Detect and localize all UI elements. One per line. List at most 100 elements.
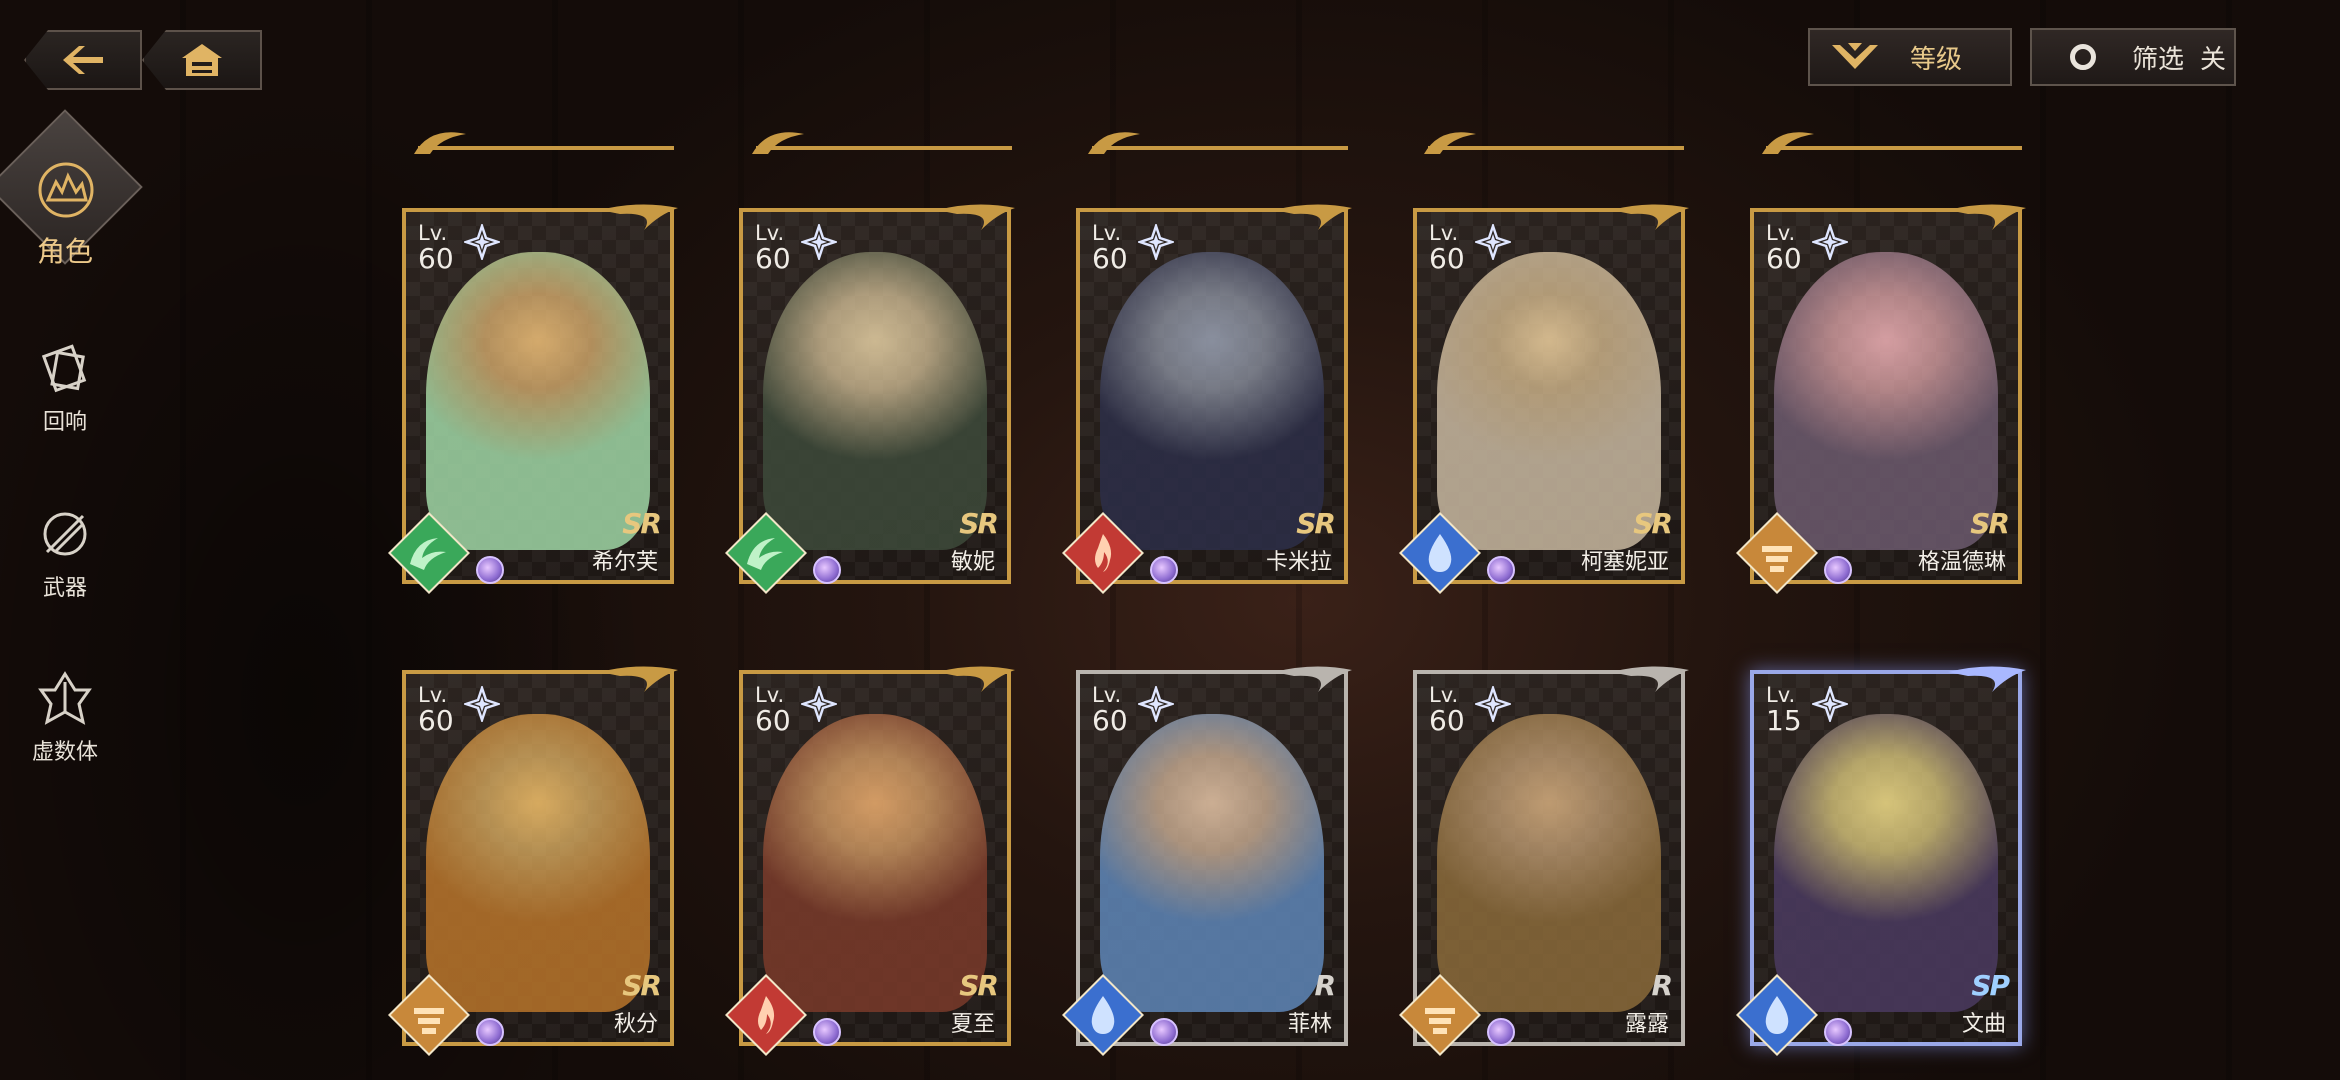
character-card[interactable]: Lv. 60 SR 敏妮 <box>725 200 1017 594</box>
level-tag: Lv. 60 <box>418 684 454 736</box>
star-rank-icon <box>801 224 837 260</box>
frame-flourish-icon <box>937 666 1015 692</box>
side-tab-weapon-label: 武器 <box>42 576 87 601</box>
side-tab-imaginary[interactable]: 虚数体 <box>0 668 130 766</box>
character-portrait <box>1100 714 1324 1012</box>
character-name: 敏妮 <box>950 550 995 575</box>
affinity-orb-icon <box>1150 1018 1178 1046</box>
character-emblem-icon <box>38 162 94 218</box>
rarity-badge: SR <box>622 507 662 540</box>
star-rank-icon <box>1475 686 1511 722</box>
partial-card-top[interactable] <box>1418 118 1694 158</box>
partial-card-top[interactable] <box>1082 118 1358 158</box>
home-button[interactable] <box>142 30 262 90</box>
element-earth-icon <box>388 974 470 1056</box>
element-water-icon <box>1399 512 1481 594</box>
rarity-badge: R <box>1314 969 1336 1002</box>
frame-flourish-icon <box>1948 204 2026 230</box>
back-button[interactable] <box>24 30 142 90</box>
level-value: 60 <box>1092 704 1128 737</box>
element-wind-icon <box>388 512 470 594</box>
level-tag: Lv. 60 <box>1092 222 1128 274</box>
character-card[interactable]: Lv. 60 SR 卡米拉 <box>1062 200 1354 594</box>
character-roster-screen: 等级 筛选 关 角色 回响 武器 虚数体 Lv. 60 SR 希尔芙 Lv. 6… <box>0 0 2340 1080</box>
side-tab-imaginary-label: 虚数体 <box>31 740 98 765</box>
frame-flourish-icon <box>1611 204 1689 230</box>
character-card[interactable]: Lv. 60 SR 柯塞妮亚 <box>1399 200 1691 594</box>
partial-card-top[interactable] <box>408 118 684 158</box>
affinity-orb-icon <box>813 556 841 584</box>
side-tab-echo[interactable]: 回响 <box>0 338 130 436</box>
character-portrait <box>1100 252 1324 550</box>
affinity-orb-icon <box>1824 556 1852 584</box>
character-card[interactable]: Lv. 60 SR 希尔芙 <box>388 200 680 594</box>
character-card[interactable]: Lv. 15 SP 文曲 <box>1736 662 2028 1056</box>
affinity-orb-icon <box>1487 1018 1515 1046</box>
filter-ring-icon <box>2056 37 2110 77</box>
level-tag: Lv. 60 <box>755 222 791 274</box>
frame-flourish-icon <box>600 204 678 230</box>
frame-flourish-icon <box>1274 204 1352 230</box>
character-portrait <box>1437 714 1661 1012</box>
star-rank-icon <box>1475 224 1511 260</box>
frame-flourish-icon <box>1611 666 1689 692</box>
level-chevron-icon <box>1828 37 1882 77</box>
star-rank-icon <box>1812 686 1848 722</box>
level-value: 60 <box>418 242 454 275</box>
character-card[interactable]: Lv. 60 SR 夏至 <box>725 662 1017 1056</box>
character-name: 夏至 <box>950 1012 995 1037</box>
level-tag: Lv. 60 <box>1429 222 1465 274</box>
level-value: 60 <box>1766 242 1802 275</box>
side-tab-character[interactable]: 角色 <box>0 109 143 268</box>
affinity-orb-icon <box>476 556 504 584</box>
arrow-left-icon <box>63 46 103 74</box>
character-card[interactable]: Lv. 60 SR 秋分 <box>388 662 680 1056</box>
element-water-icon <box>1062 974 1144 1056</box>
partial-card-top[interactable] <box>746 118 1022 158</box>
home-icon <box>182 44 222 76</box>
character-name: 文曲 <box>1961 1012 2006 1037</box>
affinity-orb-icon <box>1487 556 1515 584</box>
imaginary-body-icon <box>38 671 92 725</box>
rarity-badge: SR <box>959 507 999 540</box>
level-sort-label: 等级 <box>1910 44 1963 75</box>
star-rank-icon <box>1812 224 1848 260</box>
character-name: 柯塞妮亚 <box>1580 550 1669 575</box>
star-rank-icon <box>464 224 500 260</box>
level-value: 60 <box>418 704 454 737</box>
weapon-icon <box>43 512 87 556</box>
character-name: 露露 <box>1624 1012 1669 1037</box>
character-portrait <box>763 252 987 550</box>
character-card[interactable]: Lv. 60 SR 格温德琳 <box>1736 200 2028 594</box>
partial-card-top[interactable] <box>1756 118 2032 158</box>
character-portrait <box>426 252 650 550</box>
level-sort-button[interactable]: 等级 <box>1808 28 2012 86</box>
rarity-badge: SR <box>1633 507 1673 540</box>
character-card[interactable]: Lv. 60 R 露露 <box>1399 662 1691 1056</box>
element-fire-icon <box>1062 512 1144 594</box>
element-water-icon <box>1736 974 1818 1056</box>
element-earth-icon <box>1399 974 1481 1056</box>
character-portrait <box>763 714 987 1012</box>
rarity-badge: SR <box>1970 507 2010 540</box>
character-name: 秋分 <box>613 1012 658 1037</box>
rarity-badge: SR <box>959 969 999 1002</box>
side-tab-weapon[interactable]: 武器 <box>0 504 130 602</box>
character-card[interactable]: Lv. 60 R 菲林 <box>1062 662 1354 1056</box>
frame-flourish-icon <box>937 204 1015 230</box>
affinity-orb-icon <box>1150 556 1178 584</box>
filter-toggle-button[interactable]: 筛选 关 <box>2030 28 2236 86</box>
affinity-orb-icon <box>476 1018 504 1046</box>
rarity-badge: SP <box>1971 969 2010 1002</box>
level-value: 15 <box>1766 704 1802 737</box>
level-value: 60 <box>1092 242 1128 275</box>
side-tab-character-label: 角色 <box>36 235 93 268</box>
frame-flourish-icon <box>1274 666 1352 692</box>
filter-label: 筛选 <box>2132 44 2185 75</box>
character-portrait <box>1774 252 1998 550</box>
character-name: 格温德琳 <box>1917 550 2006 575</box>
level-tag: Lv. 60 <box>1092 684 1128 736</box>
rarity-badge: SR <box>622 969 662 1002</box>
level-tag: Lv. 60 <box>755 684 791 736</box>
element-wind-icon <box>725 512 807 594</box>
